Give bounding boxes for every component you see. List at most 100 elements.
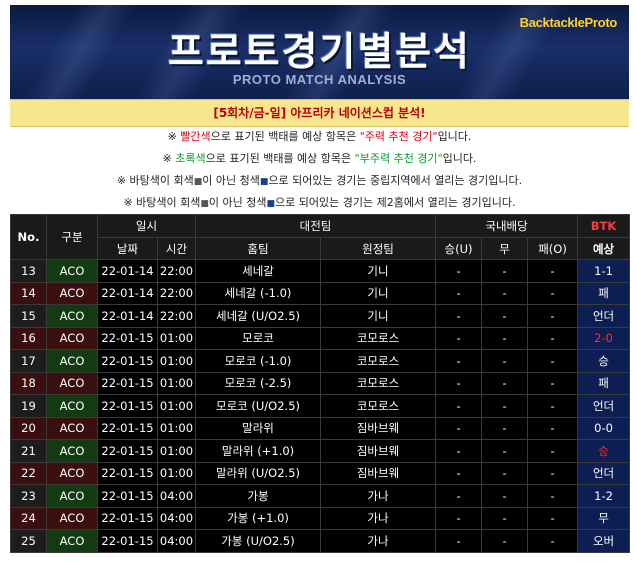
table-row[interactable]: 15 ACO 22-01-14 22:00 세네갈 (U/O2.5) 기니 - - - 언더 (10, 304, 631, 328)
odds-win: - (435, 461, 483, 485)
table-row[interactable]: 17 ACO 22-01-15 01:00 모로코 (-1.0) 코모로스 - - - 승 (10, 349, 631, 373)
home-team: 말라위 (U/O2.5) (195, 461, 322, 485)
division: ACO (46, 326, 98, 350)
odds-lose: - (527, 349, 579, 373)
odds-win: - (435, 484, 483, 508)
btk-prediction: 패 (577, 281, 631, 305)
table-row[interactable]: 19 ACO 22-01-15 01:00 모로코 (U/O2.5) 코모로스 - - - 언더 (10, 394, 631, 418)
row-number: 23 (10, 484, 47, 508)
header-date: 날짜 (97, 237, 158, 260)
odds-draw: - (481, 326, 529, 350)
header-match: 대전팀 (195, 214, 437, 238)
odds-win: - (435, 371, 483, 395)
odds-draw: - (481, 349, 529, 373)
btk-prediction: 승 (577, 349, 631, 373)
odds-draw: - (481, 506, 529, 530)
home-team: 세네갈 (-1.0) (195, 281, 322, 305)
header-win: 승(U) (435, 237, 483, 260)
note-green: ※ 초록색으로 표기된 백태를 예상 항목은 "부주력 추천 경기"입니다. (162, 152, 477, 165)
odds-win: - (435, 506, 483, 530)
odds-draw: - (481, 461, 529, 485)
away-team: 기니 (320, 304, 437, 328)
row-number: 15 (10, 304, 47, 328)
date: 22-01-15 (97, 461, 158, 485)
btk-prediction: 언더 (577, 461, 631, 485)
away-team: 가나 (320, 484, 437, 508)
header-draw: 무 (481, 237, 529, 260)
away-team: 짐바브웨 (320, 461, 437, 485)
page: BacktackleProto 프로토경기별분석 PROTO MATCH ANA… (0, 0, 637, 562)
header-prediction: 예상 (577, 237, 631, 260)
odds-win: - (435, 529, 483, 553)
header-home: 홈팀 (195, 237, 322, 260)
table-row[interactable]: 22 ACO 22-01-15 01:00 말라위 (U/O2.5) 짐바브웨 - - - 언더 (10, 461, 631, 485)
division: ACO (46, 461, 98, 485)
odds-lose: - (527, 371, 579, 395)
date: 22-01-15 (97, 371, 158, 395)
row-number: 18 (10, 371, 47, 395)
division: ACO (46, 259, 98, 283)
table-row[interactable]: 25 ACO 22-01-15 04:00 가봉 (U/O2.5) 가나 - - - 오버 (10, 529, 631, 553)
row-number: 25 (10, 529, 47, 553)
table-row[interactable]: 13 ACO 22-01-14 22:00 세네갈 기니 - - -1-1 (10, 259, 631, 283)
odds-lose: - (527, 461, 579, 485)
time: 01:00 (156, 371, 197, 395)
home-team: 세네갈 (U/O2.5) (195, 304, 322, 328)
table-row[interactable]: 20 ACO 22-01-15 01:00 말라위 짐바브웨 - - -0-0 (10, 416, 631, 440)
odds-win: - (435, 349, 483, 373)
home-team: 가봉 (U/O2.5) (195, 529, 322, 553)
home-team: 모로코 (-1.0) (195, 349, 322, 373)
btk-prediction: 1-2 (577, 484, 631, 508)
btk-prediction: 언더 (577, 304, 631, 328)
btk-prediction: 2-0 (577, 326, 631, 350)
odds-win: - (435, 281, 483, 305)
odds-lose: - (527, 484, 579, 508)
note-red: ※ 빨간색으로 표기된 백태를 예상 항목은 "주력 추천 경기"입니다. (167, 130, 472, 143)
odds-draw: - (481, 371, 529, 395)
btk-prediction: 승 (577, 439, 631, 463)
date: 22-01-15 (97, 484, 158, 508)
home-team: 가봉 (+1.0) (195, 506, 322, 530)
odds-draw: - (481, 259, 529, 283)
odds-win: - (435, 304, 483, 328)
date: 22-01-15 (97, 529, 158, 553)
time: 22:00 (156, 259, 197, 283)
odds-draw: - (481, 281, 529, 305)
table-row[interactable]: 14 ACO 22-01-14 22:00 세네갈 (-1.0) 기니 - - - 패 (10, 281, 631, 305)
odds-lose: - (527, 394, 579, 418)
time: 01:00 (156, 349, 197, 373)
division: ACO (46, 506, 98, 530)
notes: ※ 빨간색으로 표기된 백태를 예상 항목은 "주력 추천 경기"입니다. ※ … (10, 126, 629, 214)
odds-draw: - (481, 529, 529, 553)
match-table: No. 구분 일시 대전팀 국내배당 BTK 날짜 시간 홈팀 원정팀 승(U)… (10, 214, 631, 553)
division: ACO (46, 371, 98, 395)
odds-lose: - (527, 259, 579, 283)
time: 22:00 (156, 304, 197, 328)
table-row[interactable]: 16 ACO 22-01-15 01:00 모로코 코모로스 - - -2-0 (10, 326, 631, 350)
home-team: 가봉 (195, 484, 322, 508)
table-row[interactable]: 23 ACO 22-01-15 04:00 가봉 가나 - - -1-2 (10, 484, 631, 508)
table-row[interactable]: 24 ACO 22-01-15 04:00 가봉 (+1.0) 가나 - - - 무 (10, 506, 631, 530)
odds-draw: - (481, 394, 529, 418)
time: 22:00 (156, 281, 197, 305)
row-number: 24 (10, 506, 47, 530)
odds-lose: - (527, 416, 579, 440)
time: 01:00 (156, 326, 197, 350)
odds-draw: - (481, 416, 529, 440)
division: ACO (46, 394, 98, 418)
time: 01:00 (156, 461, 197, 485)
away-team: 코모로스 (320, 349, 437, 373)
btk-prediction: 패 (577, 371, 631, 395)
odds-lose: - (527, 439, 579, 463)
row-number: 17 (10, 349, 47, 373)
table-row[interactable]: 18 ACO 22-01-15 01:00 모로코 (-2.5) 코모로스 - - - 패 (10, 371, 631, 395)
table-row[interactable]: 21 ACO 22-01-15 01:00 말라위 (+1.0) 짐바브웨 - - - 승 (10, 439, 631, 463)
row-number: 16 (10, 326, 47, 350)
round-title: [5회차/금-일] 아프리카 네이션스컵 분석! (10, 99, 629, 127)
row-number: 20 (10, 416, 47, 440)
date: 22-01-14 (97, 304, 158, 328)
row-number: 13 (10, 259, 47, 283)
header-odds: 국내배당 (435, 214, 579, 238)
away-team: 코모로스 (320, 371, 437, 395)
odds-lose: - (527, 304, 579, 328)
